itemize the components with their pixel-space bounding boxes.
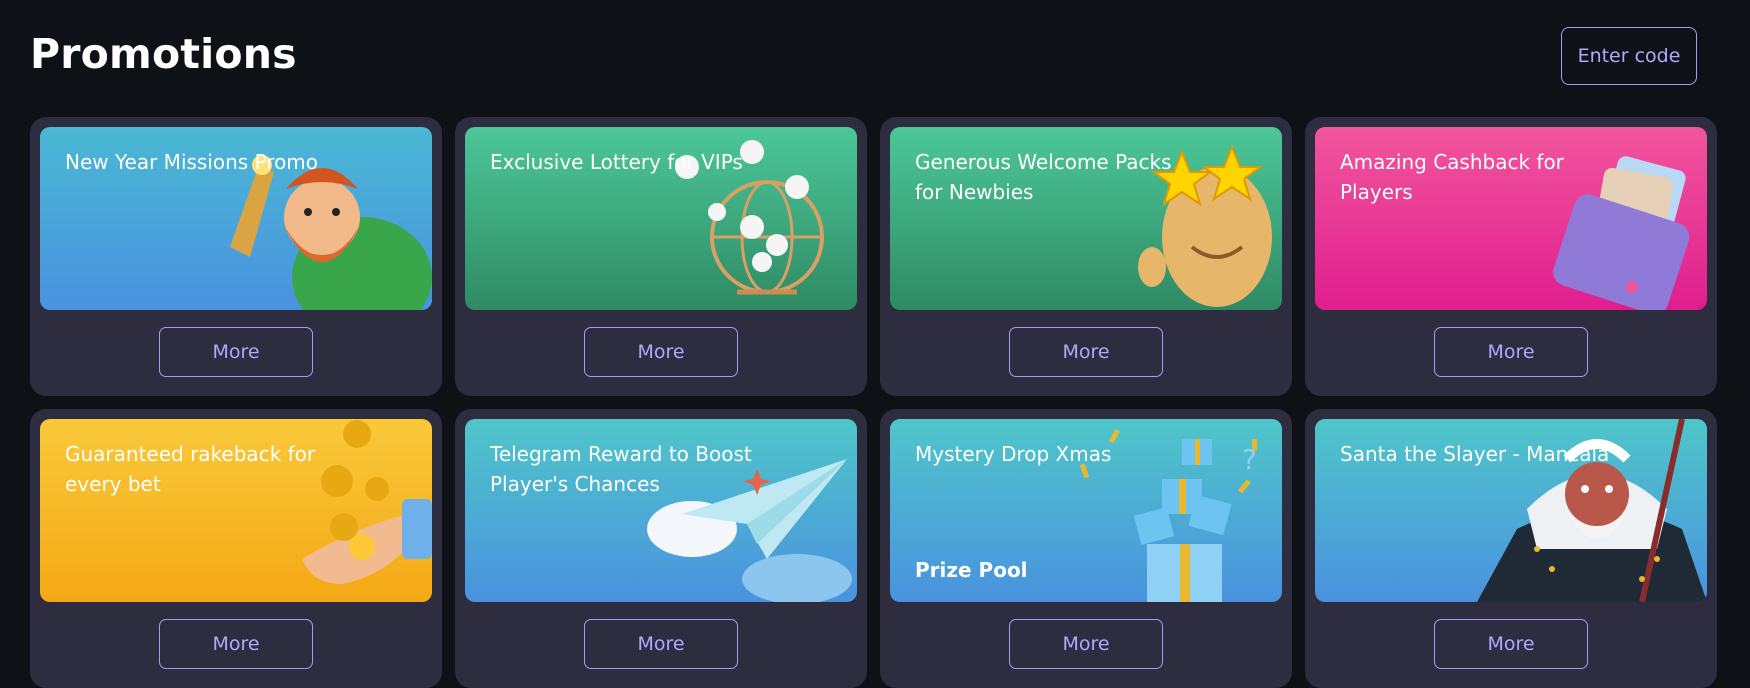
more-button[interactable]: More [1009,327,1163,377]
promo-card: Santa the Slayer - Mancala More [1305,409,1717,688]
more-button[interactable]: More [584,619,738,669]
promo-banner[interactable]: Guaranteed rakeback for every bet [40,419,432,602]
promo-card: Exclusive Lottery for VIPs More [455,117,867,396]
promo-banner[interactable]: Amazing Cashback for Players [1315,127,1707,310]
more-button[interactable]: More [159,619,313,669]
promo-banner[interactable]: Santa the Slayer - Mancala [1315,419,1707,602]
promo-banner[interactable]: New Year Missions Promo [40,127,432,310]
promo-card: Amazing Cashback for Players More [1305,117,1717,396]
promo-title: Generous Welcome Packs for Newbies [915,150,1172,204]
promo-banner[interactable]: Mystery Drop Xmas Prize Pool ? [890,419,1282,602]
more-button[interactable]: More [1434,619,1588,669]
promo-card: New Year Missions Promo More [30,117,442,396]
promo-card: Guaranteed rakeback for every bet More [30,409,442,688]
prize-pool-label: Prize Pool [915,558,1028,582]
more-button[interactable]: More [159,327,313,377]
svg-text:?: ? [1242,443,1257,476]
promo-banner[interactable]: Generous Welcome Packs for Newbies [890,127,1282,310]
promo-banner[interactable]: Exclusive Lottery for VIPs [465,127,857,310]
more-button[interactable]: More [584,327,738,377]
more-button[interactable]: More [1009,619,1163,669]
promo-card: Mystery Drop Xmas Prize Pool ? More [880,409,1292,688]
promo-title: Exclusive Lottery for VIPs [490,150,743,174]
promo-title: Amazing Cashback for Players [1340,150,1564,204]
page-title: Promotions [30,30,297,78]
promo-title: Mystery Drop Xmas [915,442,1112,466]
promo-title: Santa the Slayer - Mancala [1340,442,1610,466]
more-button[interactable]: More [1434,327,1588,377]
promo-title: Guaranteed rakeback for every bet [65,442,316,496]
enter-code-button[interactable]: Enter code [1561,27,1697,85]
promo-title: Telegram Reward to Boost Player's Chance… [490,442,752,496]
promo-card: Generous Welcome Packs for Newbies More [880,117,1292,396]
promotions-grid: New Year Missions Promo More Exclusive L… [30,117,1717,688]
promo-card: Telegram Reward to Boost Player's Chance… [455,409,867,688]
promo-title: New Year Missions Promo [65,150,319,174]
promo-banner[interactable]: Telegram Reward to Boost Player's Chance… [465,419,857,602]
